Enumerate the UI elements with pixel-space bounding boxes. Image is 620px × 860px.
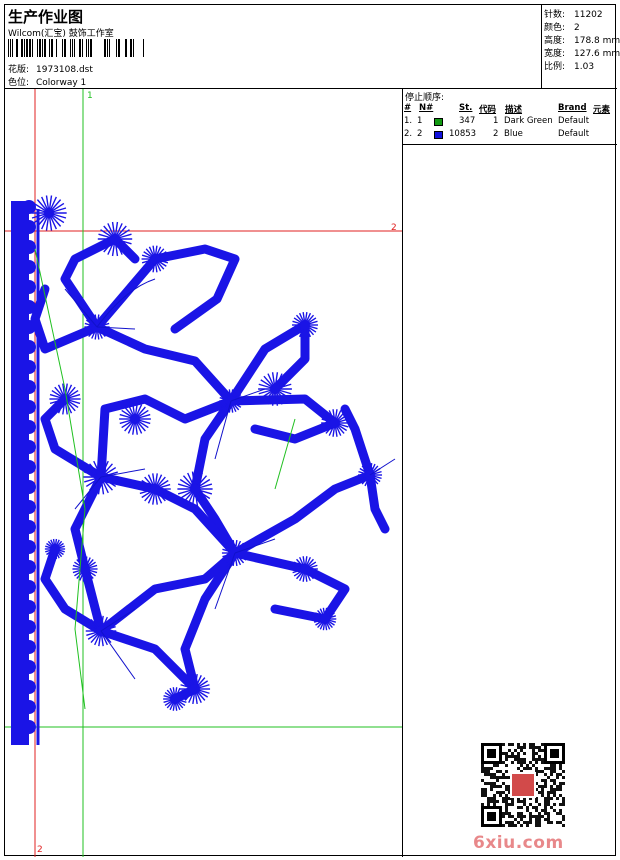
colorway-label: 色位: <box>8 78 30 88</box>
colorway-row: 色位: Colorway 1 <box>8 75 86 88</box>
stat-scale: 比例: 1.03 <box>544 62 595 72</box>
table-row[interactable]: 2. 2 10853 2 Blue Default <box>403 129 617 142</box>
guide-label-top: 1 <box>87 91 93 101</box>
pattern-label: 花版: <box>8 65 30 75</box>
qr-code[interactable] <box>481 743 565 827</box>
stop-sequence-panel: 停止顺序: # N# St. 代码 描述 Brand 元素 1. 1 347 1… <box>403 89 617 857</box>
lace-pattern <box>11 195 396 745</box>
barcode <box>8 39 144 57</box>
colorway-value: Colorway 1 <box>36 78 87 88</box>
stop-sequence-table: # N# St. 代码 描述 Brand 元素 1. 1 347 1 Dark … <box>403 103 617 142</box>
stat-stitches: 针数: 11202 <box>544 10 603 20</box>
pattern-value: 1973108.dst <box>36 65 93 75</box>
color-swatch <box>434 118 443 126</box>
watermark-logo: 6xiu.com <box>473 833 564 853</box>
stats-box: 针数: 11202 颜色: 2 高度: 178.8 mm 宽度: 127.6 mm 比例… <box>541 5 620 89</box>
table-row[interactable]: 1. 1 347 1 Dark Green Default <box>403 116 617 129</box>
color-swatch <box>434 131 443 139</box>
sheet-header: 生产作业图 Wilcom(汇宝) 鼓饰工作室 花版: 1973108.dst 色位… <box>5 5 620 89</box>
production-sheet: 生产作业图 Wilcom(汇宝) 鼓饰工作室 花版: 1973108.dst 色位… <box>4 4 620 857</box>
stat-height: 高度: 178.8 mm <box>544 36 620 46</box>
table-divider <box>403 144 617 145</box>
studio-name: Wilcom(汇宝) 鼓饰工作室 <box>8 29 114 39</box>
guide-label-bottom: 2 <box>37 845 43 855</box>
guide-label-right: 2 <box>391 223 397 233</box>
sheet-title: 生产作业图 <box>8 8 84 26</box>
design-canvas[interactable]: 1 2 2 <box>5 89 403 857</box>
embroidery-design <box>5 89 402 857</box>
stat-width: 宽度: 127.6 mm <box>544 49 620 59</box>
stop-sequence-heading: 停止顺序: <box>405 93 445 103</box>
table-header: # N# St. 代码 描述 Brand 元素 <box>404 103 611 115</box>
pattern-row: 花版: 1973108.dst <box>8 62 93 75</box>
stat-colors: 颜色: 2 <box>544 23 580 33</box>
